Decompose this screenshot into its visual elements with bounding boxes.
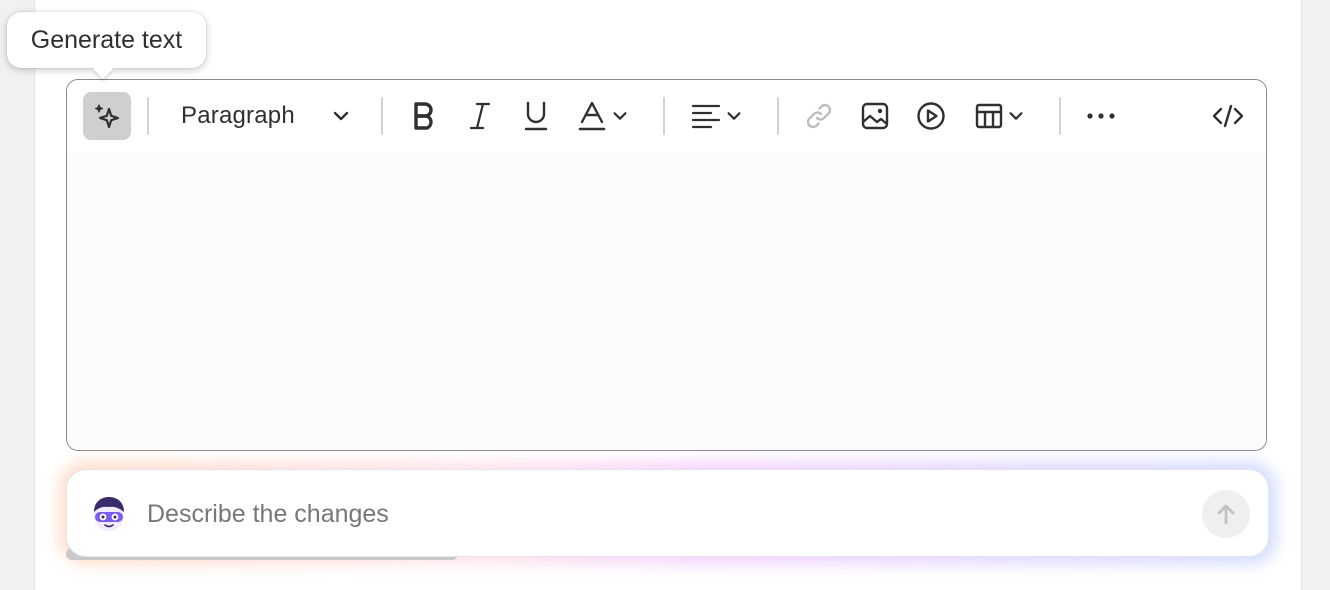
align-button[interactable] xyxy=(684,92,750,140)
toolbar-separator xyxy=(147,97,149,135)
chevron-down-icon xyxy=(727,112,741,120)
underline-icon xyxy=(524,101,548,131)
text-color-icon xyxy=(578,101,606,131)
ai-prompt-bar xyxy=(66,469,1269,557)
chevron-down-icon xyxy=(613,112,627,120)
bold-button[interactable] xyxy=(400,92,448,140)
text-color-button[interactable] xyxy=(570,92,636,140)
link-button[interactable] xyxy=(795,92,843,140)
table-icon xyxy=(975,103,1003,129)
underline-button[interactable] xyxy=(512,92,560,140)
toolbar-separator xyxy=(381,97,383,135)
bold-icon xyxy=(414,102,433,130)
insert-image-button[interactable] xyxy=(851,92,899,140)
chevron-down-icon xyxy=(1009,112,1023,120)
generate-text-button[interactable] xyxy=(83,92,131,140)
link-icon xyxy=(806,103,832,129)
chevron-down-icon xyxy=(333,111,349,121)
describe-changes-input[interactable] xyxy=(147,486,1187,542)
code-view-button[interactable] xyxy=(1204,92,1252,140)
play-circle-icon xyxy=(917,102,945,130)
code-icon xyxy=(1212,104,1244,128)
rich-text-editor: Paragraph xyxy=(66,79,1267,451)
toolbar-separator xyxy=(663,97,665,135)
align-left-icon xyxy=(691,104,721,129)
toolbar-separator xyxy=(777,97,779,135)
generate-text-tooltip: Generate text xyxy=(7,12,206,68)
sparkle-icon xyxy=(94,104,120,129)
block-format-label: Paragraph xyxy=(181,102,295,129)
image-icon xyxy=(861,102,889,130)
editor-content-area[interactable] xyxy=(67,152,1266,450)
toolbar-separator xyxy=(1059,97,1061,135)
arrow-up-icon xyxy=(1217,504,1235,525)
editor-toolbar: Paragraph xyxy=(67,80,1266,152)
insert-video-button[interactable] xyxy=(907,92,955,140)
block-format-select[interactable]: Paragraph xyxy=(165,92,365,140)
assistant-avatar-icon xyxy=(94,497,124,531)
more-horizontal-icon xyxy=(1087,113,1115,119)
more-options-button[interactable] xyxy=(1077,92,1125,140)
send-button[interactable] xyxy=(1202,490,1250,538)
tooltip-text: Generate text xyxy=(30,25,183,54)
insert-table-button[interactable] xyxy=(967,92,1033,140)
italic-icon xyxy=(469,102,491,130)
italic-button[interactable] xyxy=(456,92,504,140)
